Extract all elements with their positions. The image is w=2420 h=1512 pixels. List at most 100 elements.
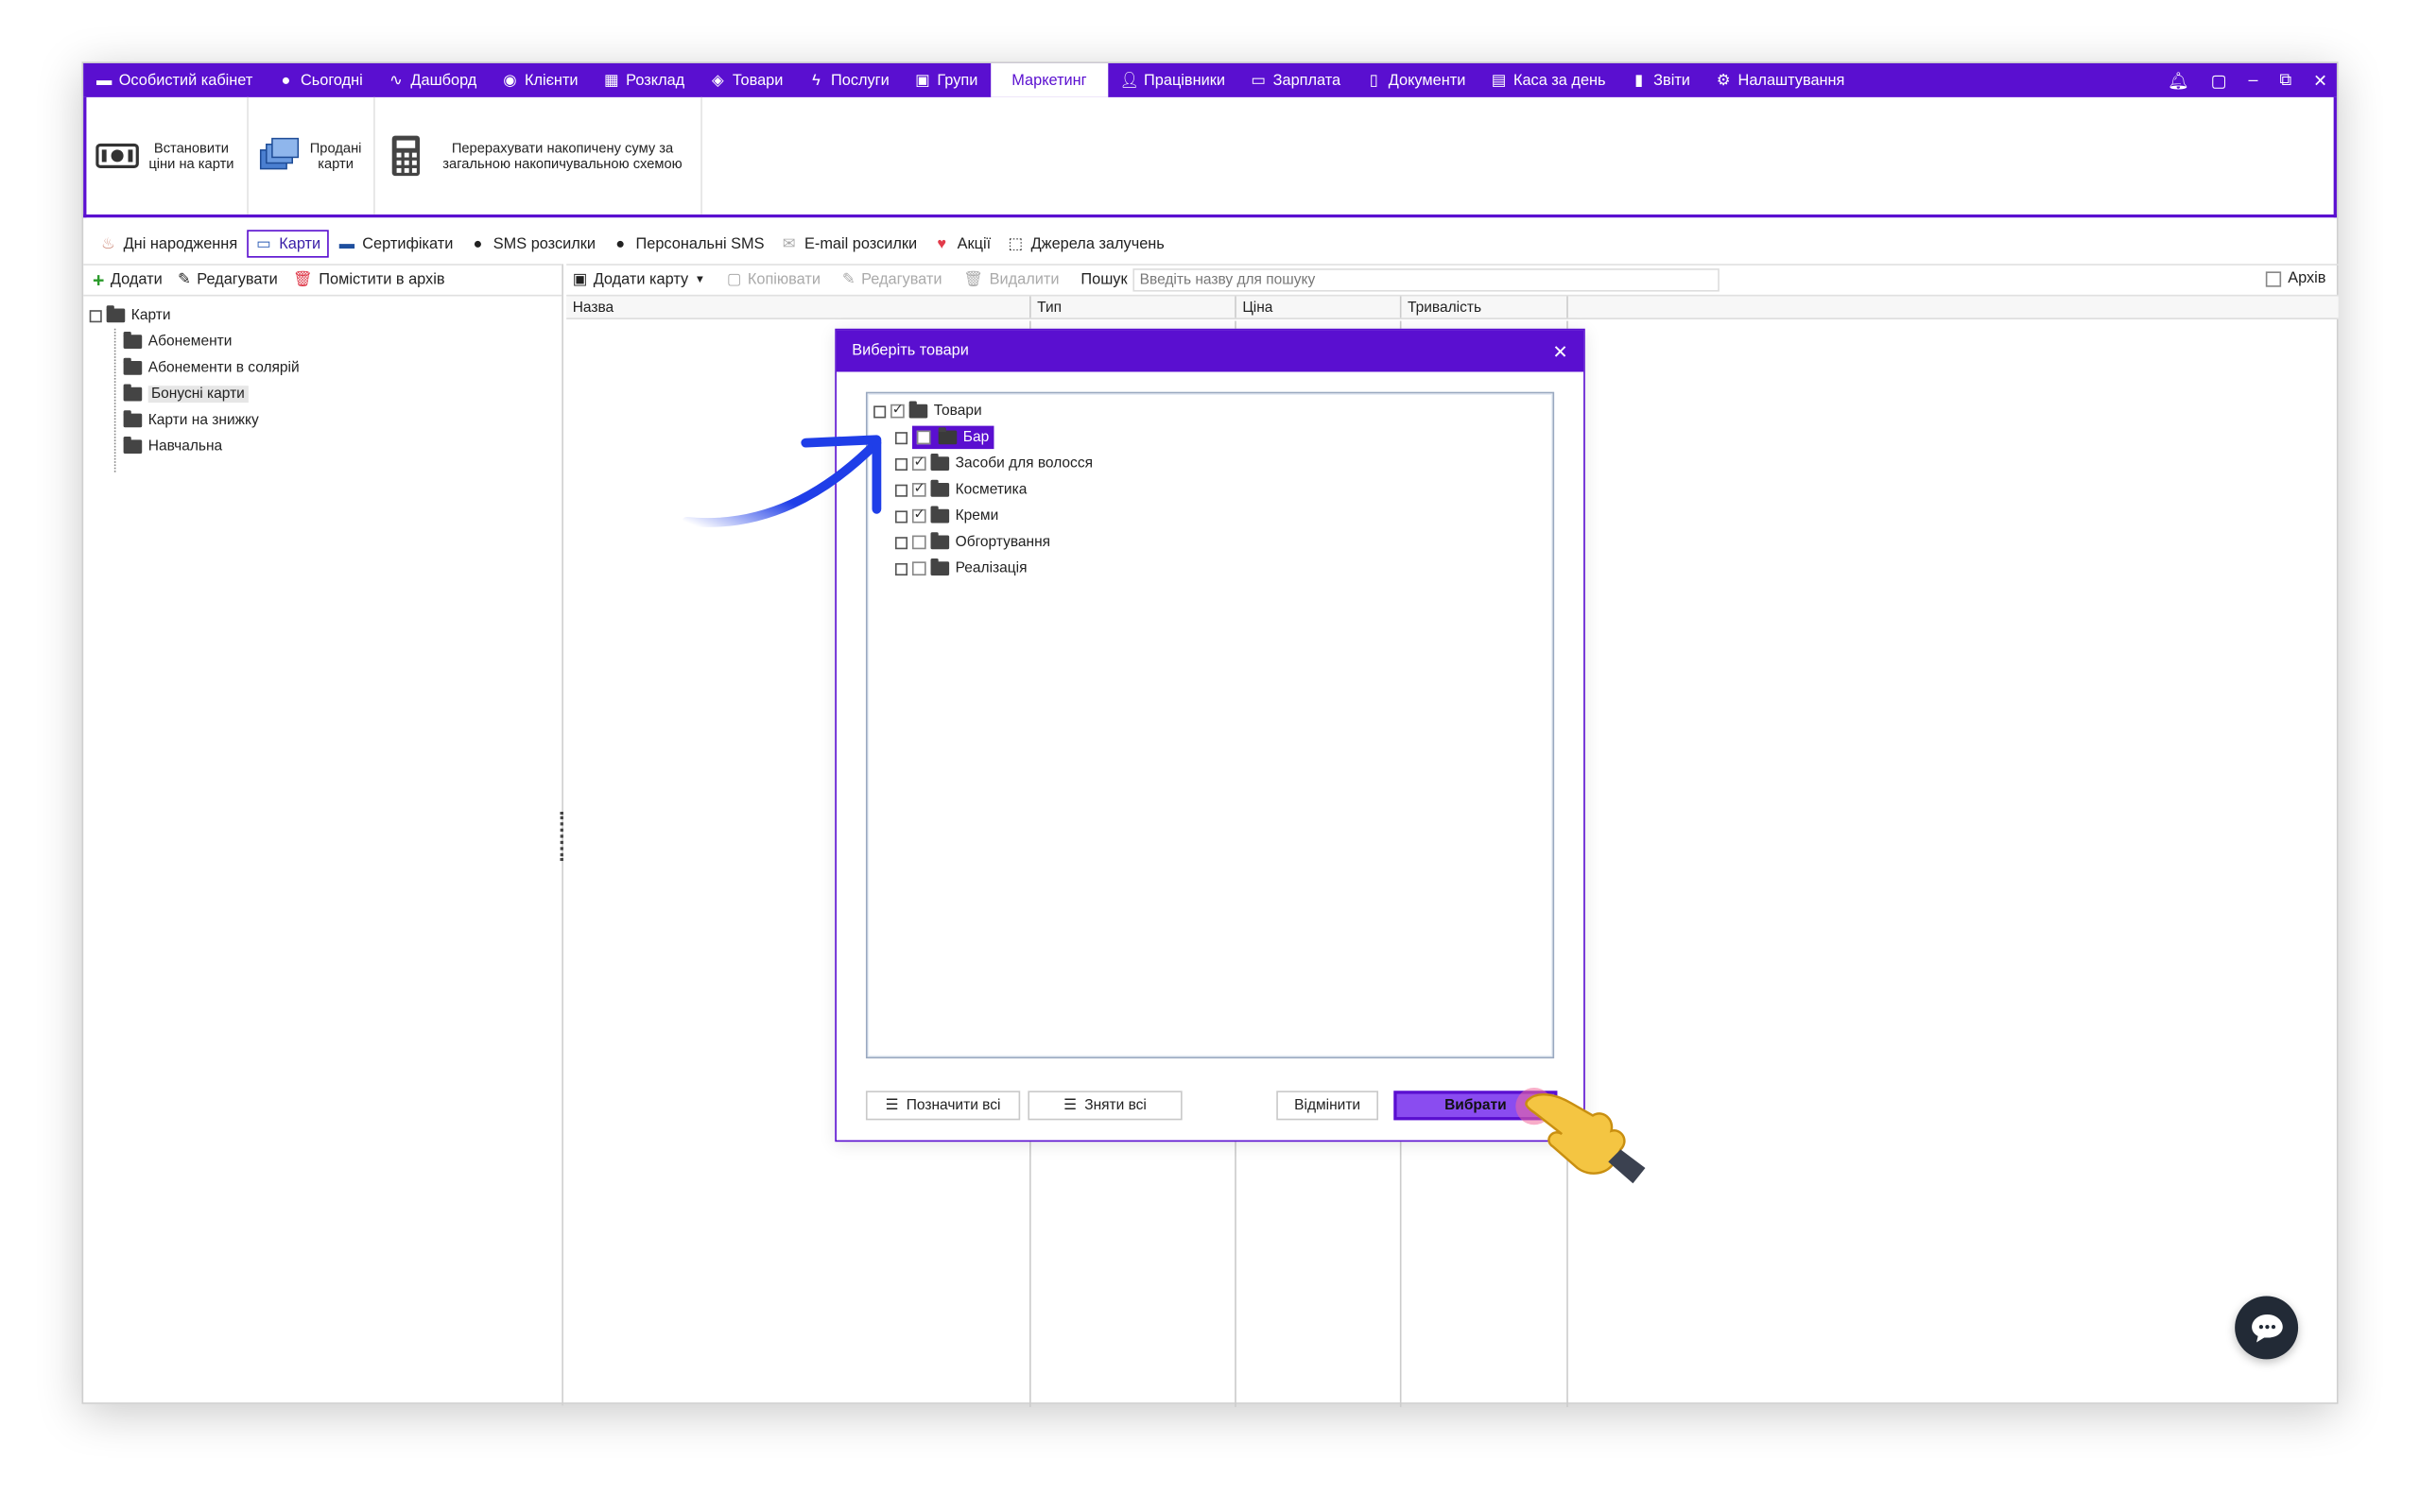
delete-button[interactable]: 🗑︎ Видалити <box>963 271 1059 288</box>
folder-icon <box>123 384 143 402</box>
nav-marketing[interactable]: Маркетинг <box>990 62 1109 97</box>
trash-icon: 🗑︎ <box>293 271 313 289</box>
checkbox[interactable] <box>911 454 926 471</box>
tree-item[interactable]: Абонементи в солярій <box>90 355 562 382</box>
nav-clients[interactable]: ◉ Клієнти <box>489 63 590 97</box>
goods-item[interactable]: Косметика <box>873 477 1552 504</box>
document-icon: ▯ <box>1369 71 1378 89</box>
column-price[interactable]: Ціна <box>1236 296 1402 318</box>
add-card-button[interactable]: ▣ Додати карту ▼ <box>573 271 705 288</box>
checkbox[interactable] <box>911 535 926 550</box>
person-icon: 👤︎ <box>1119 71 1139 89</box>
edit-button[interactable]: ✎ Редагувати <box>178 271 278 288</box>
column-name[interactable]: Назва <box>566 296 1031 318</box>
checkbox[interactable] <box>916 430 931 445</box>
close-icon[interactable]: ✕ <box>1552 341 1567 363</box>
goods-item[interactable]: Реалізація <box>873 556 1552 582</box>
nav-settings[interactable]: ⚙ Налаштування <box>1703 63 1857 97</box>
tree-item[interactable]: Навчальна <box>90 434 562 460</box>
expand-icon[interactable] <box>894 536 908 549</box>
expand-icon[interactable] <box>894 483 908 496</box>
checkbox[interactable] <box>2266 270 2282 286</box>
right-toolbar: ▣ Додати карту ▼ ▢ Копіювати ✎ Редагувати 🗑︎… <box>566 266 2339 297</box>
goods-root[interactable]: Товари <box>873 398 1552 424</box>
nav-schedule[interactable]: ▦ Розклад <box>591 63 698 97</box>
copy-button[interactable]: ▢ Копіювати <box>727 271 821 288</box>
nav-today[interactable]: ● Сьогодні <box>265 63 374 97</box>
heart-icon: ♥ <box>937 234 947 252</box>
lock-icon[interactable]: ▢ <box>2211 70 2227 91</box>
card-icon: ▭ <box>256 234 271 252</box>
pencil-icon: ✎ <box>178 271 191 289</box>
pencil-icon: ✎ <box>841 271 856 289</box>
expand-icon[interactable] <box>894 562 908 576</box>
restore-icon[interactable]: ⧉ <box>2279 70 2291 90</box>
nav-staff[interactable]: 👤︎ Працівники <box>1109 63 1238 97</box>
cards-tree: Карти Абонементи Абонементи в солярій Бо… <box>83 296 562 472</box>
nav-reports[interactable]: ▮ Звіти <box>1618 63 1703 97</box>
tab-email-mailing[interactable]: ✉ E-mail розсилки <box>773 230 923 257</box>
tab-cards[interactable]: ▭ Карти <box>246 230 329 258</box>
tree-item[interactable]: Абонементи <box>90 329 562 355</box>
tab-sms-mailing[interactable]: ● SMS розсилки <box>462 230 601 257</box>
folder-icon <box>123 410 143 428</box>
goods-item[interactable]: Обгортування <box>873 529 1552 556</box>
expand-icon[interactable] <box>894 509 908 523</box>
cancel-button[interactable]: Відмінити <box>1276 1091 1379 1121</box>
tab-personal-sms[interactable]: ● Персональні SMS <box>605 230 770 257</box>
tab-certificates[interactable]: ▬ Сертифікати <box>332 230 459 257</box>
expand-icon[interactable] <box>894 457 908 471</box>
edit-card-button[interactable]: ✎ Редагувати <box>842 271 942 288</box>
goods-item[interactable]: Бар <box>873 424 1552 451</box>
archive-button[interactable]: 🗑︎ Помістити в архів <box>293 271 444 288</box>
tab-birthdays[interactable]: ♨ Дні народження <box>93 230 244 257</box>
nav-services[interactable]: ϟ Послуги <box>795 63 901 97</box>
tab-sources[interactable]: ⬚ Джерела залучень <box>1000 230 1170 257</box>
search-label: Пошук <box>1080 271 1128 289</box>
archive-checkbox[interactable]: Архів <box>2266 270 2325 287</box>
checkbox[interactable] <box>890 402 905 419</box>
dropdown-arrow-icon: ▼ <box>694 274 706 286</box>
calculator-icon <box>385 134 427 178</box>
checkbox[interactable] <box>911 561 926 576</box>
minimize-icon[interactable]: – <box>2249 71 2258 90</box>
nav-groups[interactable]: ▣ Групи <box>902 63 991 97</box>
collapse-icon[interactable] <box>89 309 102 322</box>
folder-icon <box>123 332 143 349</box>
chat-button[interactable] <box>2235 1296 2299 1360</box>
panel-splitter[interactable] <box>560 811 565 862</box>
cards-tree-panel: + Додати ✎ Редагувати 🗑︎ Помістити в архів … <box>83 264 563 1406</box>
goods-item[interactable]: Креми <box>873 503 1552 529</box>
close-icon[interactable]: ✕ <box>2313 70 2327 91</box>
folder-icon <box>930 454 950 471</box>
nav-salary[interactable]: ▭ Зарплата <box>1237 63 1353 97</box>
recalculate-button[interactable]: Перерахувати накопичену суму за загально… <box>375 96 702 215</box>
copy-icon: ▢ <box>726 271 742 289</box>
nav-documents[interactable]: ▯ Документи <box>1353 63 1478 97</box>
nav-cashbox[interactable]: ▤ Каса за день <box>1478 63 1617 97</box>
deselect-all-button[interactable]: ☰ Зняти всі <box>1028 1091 1183 1121</box>
column-type[interactable]: Тип <box>1031 296 1236 318</box>
nav-cabinet[interactable]: ▬ Особистий кабінет <box>83 63 265 97</box>
select-all-button[interactable]: ☰ Позначити всі <box>865 1091 1021 1121</box>
checkbox[interactable] <box>911 480 926 497</box>
tab-promotions[interactable]: ♥ Акції <box>926 230 997 257</box>
trash-icon: 🗑︎ <box>963 271 984 289</box>
nav-dashboard[interactable]: ∿ Дашборд <box>375 63 490 97</box>
expand-icon[interactable] <box>894 431 908 444</box>
sold-cards-button[interactable]: Продані карти <box>249 96 375 215</box>
calendar-icon: ▦ <box>603 71 619 89</box>
add-button[interactable]: + Додати <box>93 268 163 291</box>
goods-item[interactable]: Засоби для волосся <box>873 451 1552 477</box>
set-card-prices-button[interactable]: Встановити ціни на карти <box>86 96 249 215</box>
tree-item-selected[interactable]: Бонусні карти <box>90 381 562 407</box>
nav-goods[interactable]: ◈ Товари <box>697 63 795 97</box>
tree-item[interactable]: Карти на знижку <box>90 407 562 434</box>
search-input[interactable]: Введіть назву для пошуку <box>1133 268 1720 292</box>
column-duration[interactable]: Тривалість <box>1401 296 1568 318</box>
checkbox[interactable] <box>911 507 926 524</box>
bell-icon[interactable]: 🔔︎ <box>2168 70 2189 91</box>
left-toolbar: + Додати ✎ Редагувати 🗑︎ Помістити в архів <box>83 266 562 297</box>
collapse-icon[interactable] <box>873 404 887 418</box>
tree-root[interactable]: Карти <box>89 302 562 329</box>
